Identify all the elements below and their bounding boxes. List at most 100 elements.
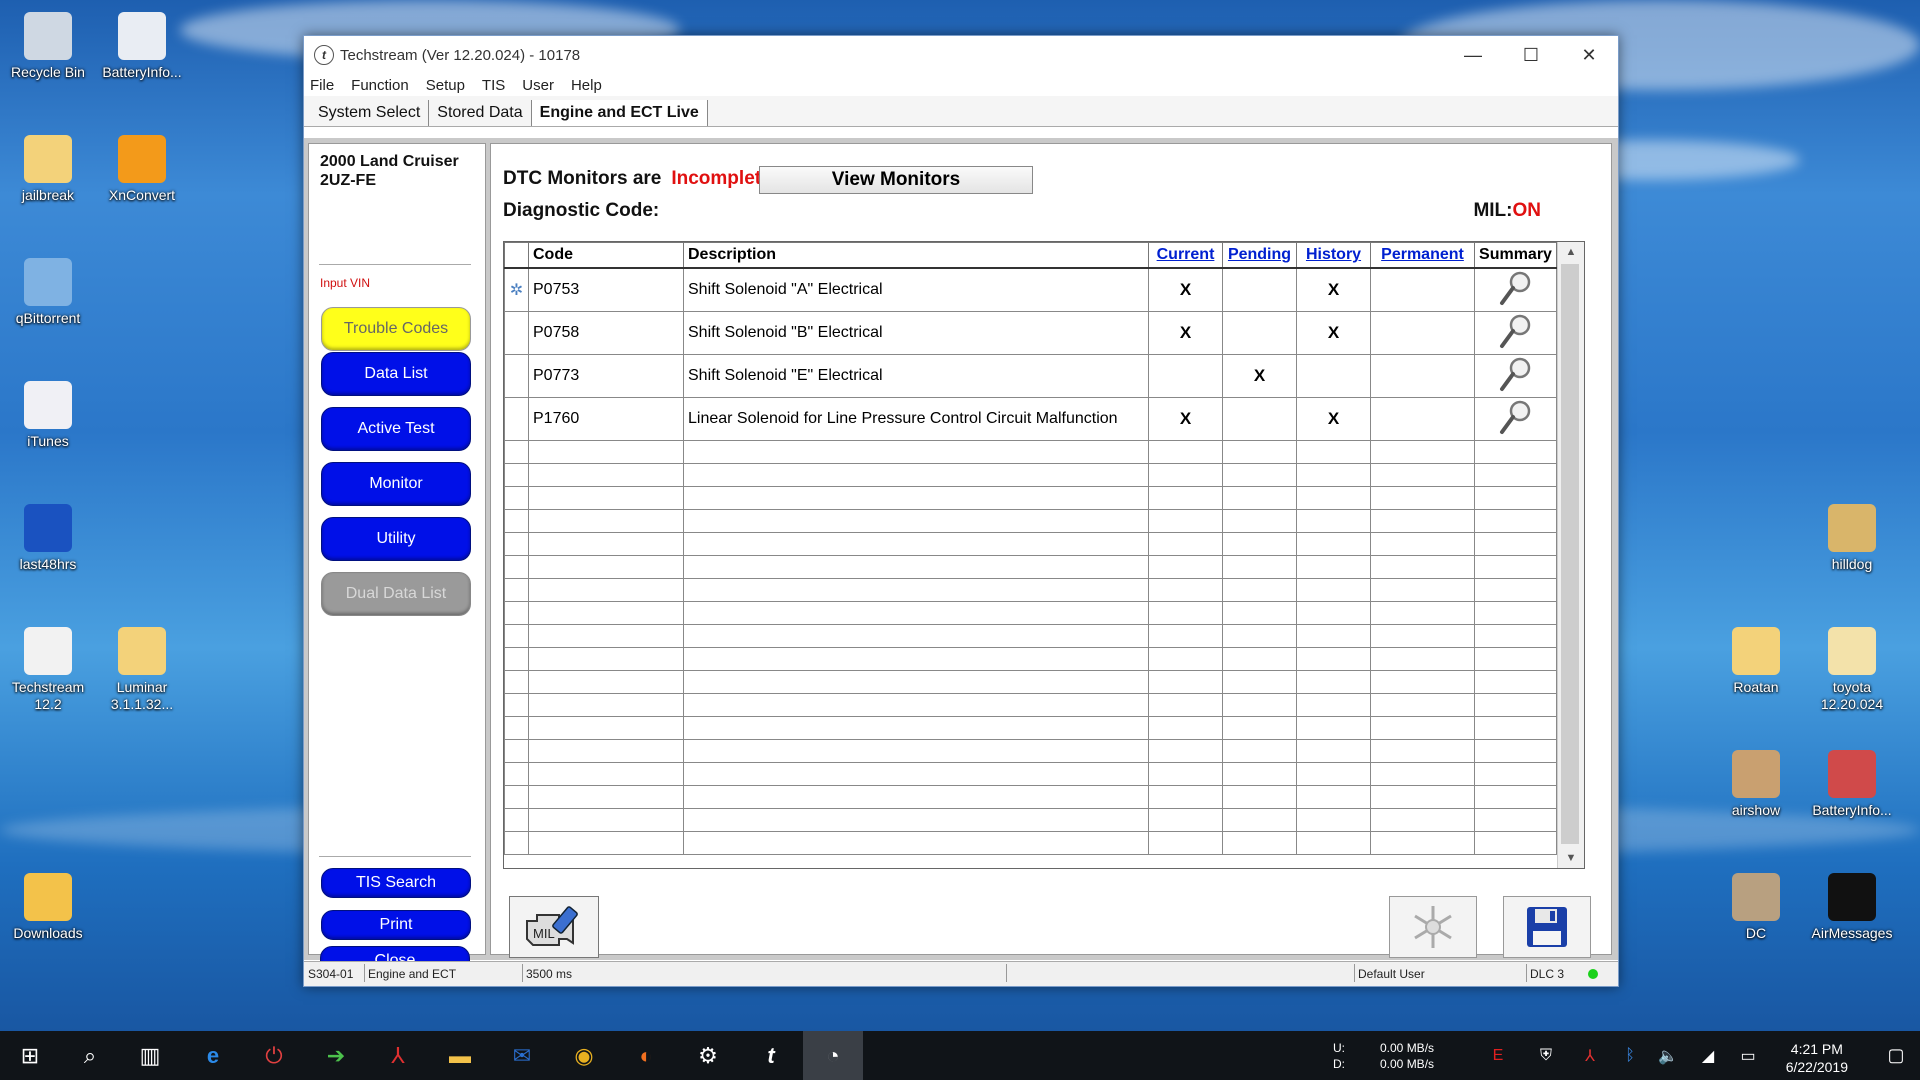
empty-table-row	[504, 716, 1557, 740]
settings-gear-icon[interactable]: ⚙	[678, 1031, 738, 1080]
tis-search-button[interactable]: TIS Search	[321, 868, 471, 898]
desktop-icon[interactable]: DC	[1708, 873, 1804, 942]
active-app-taskbar-icon[interactable]: ◔	[803, 1031, 863, 1080]
scroll-thumb[interactable]	[1561, 264, 1579, 844]
table-row[interactable]: P0773 Shift Solenoid "E" Electrical X	[504, 354, 1557, 398]
desktop-icon[interactable]: Techstream 12.2	[0, 627, 96, 713]
desktop-icon[interactable]: BatteryInfo...	[94, 12, 190, 81]
empty-cell	[683, 693, 1149, 717]
net-speed-labels: U: D:	[1333, 1040, 1345, 1072]
tab-system-select[interactable]: System Select	[310, 100, 430, 126]
green-arrow-app-icon[interactable]: ➔	[306, 1031, 366, 1080]
desktop-icon[interactable]: iTunes	[0, 381, 96, 450]
desktop-icon[interactable]: XnConvert	[94, 135, 190, 204]
history-column-header[interactable]: History	[1296, 242, 1371, 269]
mil-clear-button[interactable]: MIL	[509, 896, 599, 958]
empty-table-row	[504, 532, 1557, 556]
freeze-frame-button[interactable]	[1389, 896, 1477, 958]
desktop-icon[interactable]: jailbreak	[0, 135, 96, 204]
pending-column-header[interactable]: Pending	[1222, 242, 1297, 269]
desktop-icon-label: last48hrs	[19, 556, 77, 572]
menu-help[interactable]: Help	[571, 77, 602, 94]
magnifier-icon	[1499, 314, 1530, 348]
chrome-icon[interactable]: ◉	[554, 1031, 614, 1080]
desktop-icon-label: jailbreak	[21, 187, 75, 203]
empty-cell	[1370, 785, 1475, 809]
scroll-up-icon[interactable]: ▲	[1558, 242, 1584, 262]
tray-shield-icon[interactable]: ⛨	[1528, 1031, 1564, 1080]
print-button[interactable]: Print	[321, 910, 471, 940]
edge-browser-icon[interactable]: e	[183, 1031, 243, 1080]
empty-cell	[1474, 647, 1557, 671]
trouble-codes-button[interactable]: Trouble Codes	[321, 307, 471, 351]
close-window-button[interactable]: ✕	[1560, 36, 1618, 74]
task-view-icon[interactable]: ▥	[120, 1031, 180, 1080]
maximize-button[interactable]: ☐	[1502, 36, 1560, 74]
desktop-icon[interactable]: Luminar 3.1.1.32...	[94, 627, 190, 713]
desktop-icon[interactable]: qBittorrent	[0, 258, 96, 327]
empty-cell	[683, 739, 1149, 763]
desktop-icon[interactable]: Downloads	[0, 873, 96, 942]
dual-data-list-button[interactable]: Dual Data List	[321, 572, 471, 616]
acrobat-icon[interactable]: ⅄	[368, 1031, 428, 1080]
table-row[interactable]: ✲ P0753 Shift Solenoid "A" Electrical X X	[504, 267, 1557, 312]
monitor-button[interactable]: Monitor	[321, 462, 471, 506]
search-icon[interactable]: ⌕	[60, 1031, 120, 1080]
minimize-button[interactable]: —	[1444, 36, 1502, 74]
save-button[interactable]	[1503, 896, 1591, 958]
start-windows-icon[interactable]: ⊞	[0, 1031, 60, 1080]
empty-cell	[1370, 463, 1475, 487]
current-column-header[interactable]: Current	[1148, 242, 1223, 269]
battery-tray-icon[interactable]: ▭	[1730, 1031, 1766, 1080]
dtc-description: Linear Solenoid for Line Pressure Contro…	[683, 397, 1149, 441]
desktop-icon-label: DC	[1745, 925, 1767, 941]
menu-file[interactable]: File	[310, 77, 334, 94]
desktop-icon[interactable]: AirMessages	[1804, 873, 1900, 942]
summary-magnifier-button[interactable]	[1474, 397, 1557, 441]
scroll-down-icon[interactable]: ▼	[1558, 848, 1584, 868]
outlook-icon[interactable]: ✉	[492, 1031, 552, 1080]
taskbar: ⊞ ⌕ ▥ e ⏻ ➔ ⅄ ▬ ✉ ◉ ◐ ⚙ t ◔ U: D: 0.00 M…	[0, 1031, 1920, 1080]
tab-engine-ect-live[interactable]: Engine and ECT Live	[531, 100, 708, 126]
volume-icon[interactable]: 🔈	[1650, 1031, 1686, 1080]
active-test-button[interactable]: Active Test	[321, 407, 471, 451]
summary-magnifier-button[interactable]	[1474, 267, 1557, 312]
title-bar[interactable]: t Techstream (Ver 12.20.024) - 10178 — ☐…	[304, 36, 1618, 74]
bluetooth-icon[interactable]: ᛒ	[1612, 1031, 1648, 1080]
desktop-icon-label: Luminar 3.1.1.32...	[110, 679, 174, 712]
tray-acrobat-icon[interactable]: ⅄	[1572, 1031, 1608, 1080]
table-row[interactable]: P0758 Shift Solenoid "B" Electrical X X	[504, 311, 1557, 355]
power-app-icon[interactable]: ⏻	[244, 1031, 304, 1080]
summary-magnifier-button[interactable]	[1474, 354, 1557, 398]
desktop-icon[interactable]: last48hrs	[0, 504, 96, 573]
empty-cell	[683, 509, 1149, 533]
firefox-icon[interactable]: ◐	[616, 1031, 676, 1080]
notifications-icon[interactable]: ▢	[1872, 1031, 1920, 1080]
desktop-icon[interactable]: toyota 12.20.024	[1804, 627, 1900, 713]
menu-setup[interactable]: Setup	[426, 77, 465, 94]
data-list-button[interactable]: Data List	[321, 352, 471, 396]
desktop-icon[interactable]: Roatan	[1708, 627, 1804, 696]
tab-stored-data[interactable]: Stored Data	[429, 100, 532, 126]
menu-function[interactable]: Function	[351, 77, 409, 94]
desktop-icon[interactable]: Recycle Bin	[0, 12, 96, 81]
table-row[interactable]: P1760 Linear Solenoid for Line Pressure C…	[504, 397, 1557, 441]
table-scrollbar[interactable]: ▲ ▼	[1557, 242, 1584, 868]
summary-magnifier-button[interactable]	[1474, 311, 1557, 355]
desktop-icon[interactable]: airshow	[1708, 750, 1804, 819]
wifi-icon[interactable]: ◢	[1690, 1031, 1726, 1080]
clock[interactable]: 4:21 PM 6/22/2019	[1786, 1040, 1848, 1076]
utility-button[interactable]: Utility	[321, 517, 471, 561]
desktop-icon[interactable]: BatteryInfo...	[1804, 750, 1900, 819]
techstream-taskbar-icon[interactable]: t	[741, 1031, 801, 1080]
menu-tis[interactable]: TIS	[482, 77, 505, 94]
dtc-history: X	[1296, 267, 1371, 312]
view-monitors-button[interactable]: View Monitors	[759, 166, 1033, 194]
tray-red-e-icon[interactable]: E	[1480, 1031, 1516, 1080]
menu-user[interactable]: User	[522, 77, 554, 94]
input-vin-link[interactable]: Input VIN	[320, 276, 370, 290]
empty-cell	[528, 486, 684, 510]
file-explorer-icon[interactable]: ▬	[430, 1031, 490, 1080]
desktop-icon[interactable]: hilldog	[1804, 504, 1900, 573]
permanent-column-header[interactable]: Permanent	[1370, 242, 1475, 269]
